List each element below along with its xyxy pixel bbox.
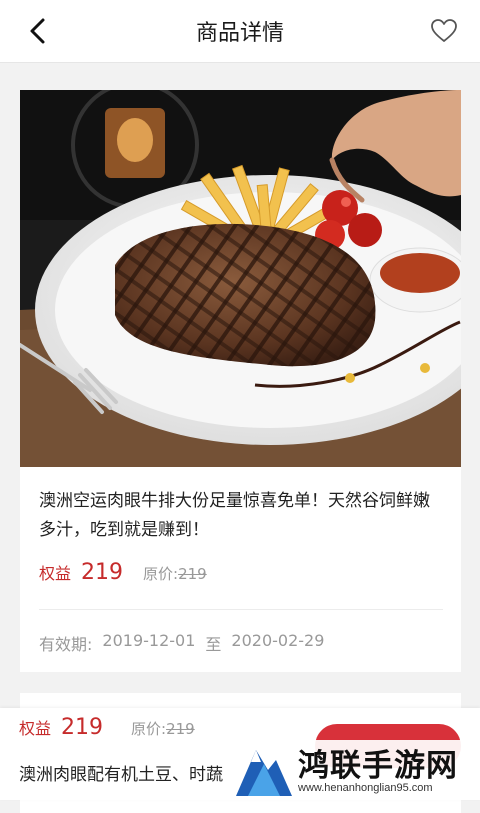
validity-label: 有效期: (39, 635, 93, 654)
bottom-original-value: 219 (166, 720, 195, 738)
page-title: 商品详情 (195, 21, 284, 46)
divider (39, 609, 443, 610)
favorite-heart-icon[interactable] (430, 17, 458, 45)
price-row: 权益 219 原价: 219 (39, 560, 207, 590)
validity-row: 有效期: 2019-12-01 至 2020-02-29 (39, 631, 324, 655)
original-price-label: 原价: (143, 565, 179, 583)
product-card: 澳洲空运肉眼牛排大份足量惊喜免单！天然谷饲鲜嫩多汁，吃到就是赚到！ 权益 219… (20, 90, 461, 672)
validity-separator: 至 (205, 635, 222, 654)
back-chevron-icon[interactable] (24, 16, 54, 46)
top-nav-bar: 商品详情 (0, 0, 480, 63)
price-label: 权益 (39, 564, 72, 583)
site-watermark: 鸿联手游网 www.henanhonglian95.com (232, 740, 480, 800)
watermark-url: www.henanhonglian95.com (298, 782, 433, 794)
bottom-price-value: 219 (61, 715, 104, 740)
bottom-product-title: 澳洲肉眼配有机土豆、时蔬 (19, 765, 223, 785)
mountain-logo-icon (236, 750, 292, 796)
original-price-value: 219 (178, 565, 207, 583)
product-description: 澳洲空运肉眼牛排大份足量惊喜免单！天然谷饲鲜嫩多汁，吃到就是赚到！ (39, 491, 430, 540)
bottom-price-row: 权益 219 原价: 219 (19, 715, 195, 740)
product-photo (20, 90, 461, 467)
bottom-original-label: 原价: (131, 720, 167, 738)
watermark-text: 鸿联手游网 (298, 748, 458, 784)
steak-image (20, 90, 461, 467)
price-value: 219 (81, 560, 124, 585)
validity-start: 2019-12-01 (102, 631, 196, 650)
bottom-price-label: 权益 (19, 719, 52, 738)
validity-end: 2020-02-29 (231, 631, 325, 650)
